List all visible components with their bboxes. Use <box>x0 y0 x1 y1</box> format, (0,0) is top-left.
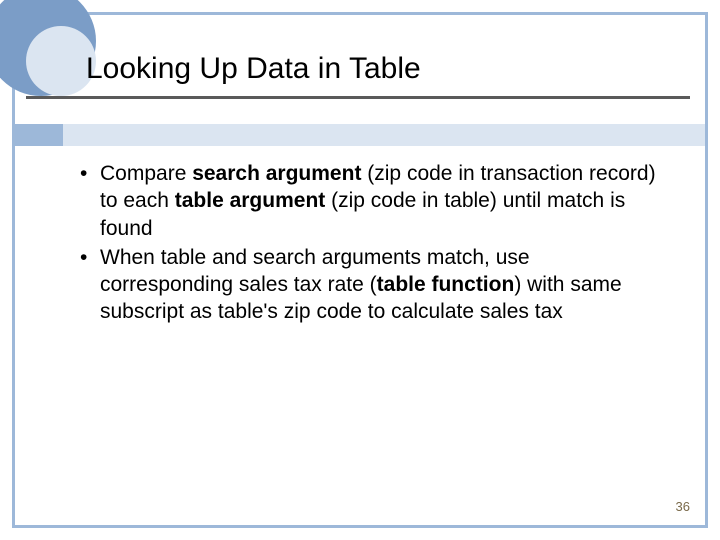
title-underline <box>26 96 690 99</box>
decorative-band <box>15 124 705 146</box>
slide-title: Looking Up Data in Table <box>86 52 690 92</box>
bullet-item: • When table and search arguments match,… <box>100 244 660 326</box>
bullet-item: • Compare search argument (zip code in t… <box>100 160 660 242</box>
title-area: Looking Up Data in Table <box>86 52 690 92</box>
page-number: 36 <box>676 499 690 514</box>
bullet-marker: • <box>80 160 100 242</box>
decorative-band-accent <box>15 124 63 146</box>
content-area: • Compare search argument (zip code in t… <box>100 160 660 328</box>
bullet-text: Compare search argument (zip code in tra… <box>100 160 660 242</box>
bullet-marker: • <box>80 244 100 326</box>
bullet-text: When table and search arguments match, u… <box>100 244 660 326</box>
